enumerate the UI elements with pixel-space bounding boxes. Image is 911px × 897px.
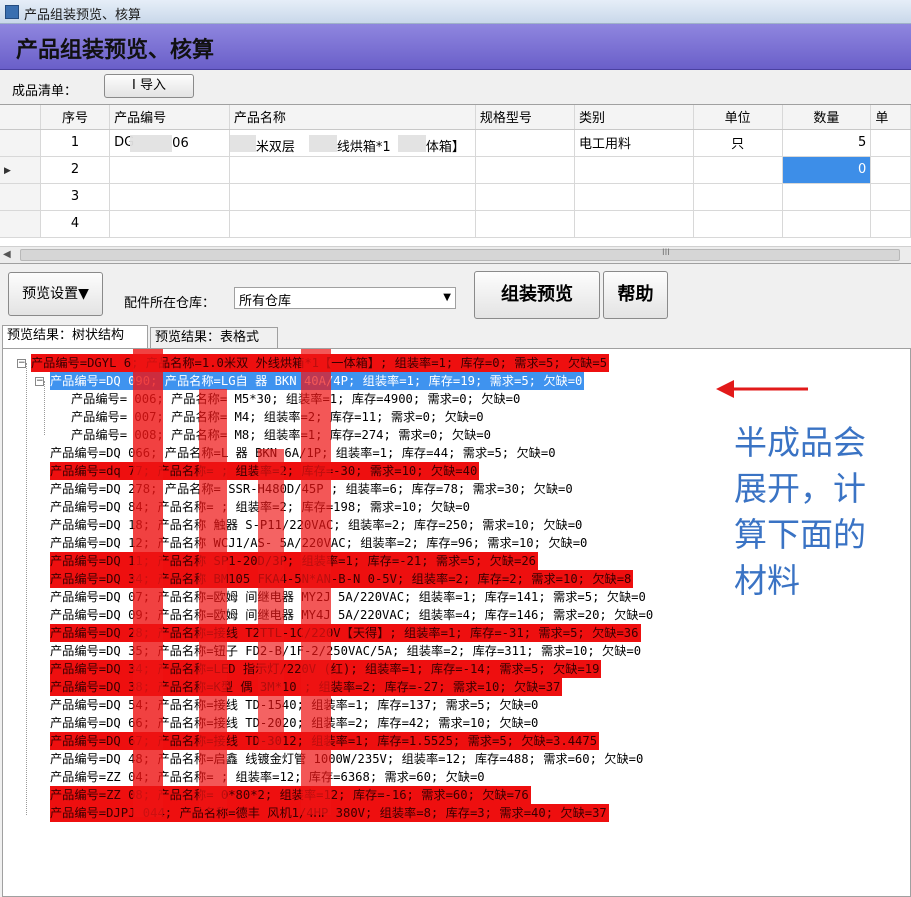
cell-qty[interactable] (782, 183, 872, 211)
col-header-name[interactable]: 产品名称 (229, 105, 476, 130)
cell-code[interactable] (109, 183, 230, 211)
tab-table-view[interactable]: 预览结果：表格式 (150, 327, 278, 349)
col-header-qty[interactable]: 数量 (782, 105, 872, 130)
tree-node[interactable]: 产品编号=DQ 66; 产品名称=接线 TD-2020; 组装率=2; 库存=4… (50, 714, 540, 732)
row-header[interactable] (0, 210, 41, 238)
product-list-toolbar: 成品清单： I 导入 (0, 70, 911, 102)
col-header-code[interactable]: 产品编号 (109, 105, 230, 130)
redaction-strip (133, 349, 163, 817)
table-row[interactable]: 4 (0, 210, 911, 238)
import-button[interactable]: I 导入 (104, 74, 194, 98)
window-titlebar: 产品组装预览、核算 (0, 0, 911, 24)
col-header-spec[interactable]: 规格型号 (475, 105, 575, 130)
col-header-more[interactable]: 单 (870, 105, 911, 130)
chevron-down-icon[interactable]: ▼ (443, 292, 451, 303)
cell-no[interactable]: 3 (40, 183, 111, 211)
redaction (229, 134, 256, 152)
cell-category[interactable] (574, 183, 694, 211)
tree-guide-line (44, 381, 45, 435)
tree-node[interactable]: 产品编号=DQ 11; 产品名称 SP1-20D/3P; 组装率=1; 库存=-… (50, 552, 539, 570)
redaction-strip (199, 389, 227, 809)
cell-qty[interactable] (782, 210, 872, 238)
assemble-preview-button[interactable]: 组装预览 (474, 271, 600, 319)
help-button[interactable]: 帮助 (603, 271, 668, 319)
cell-spec[interactable] (475, 210, 575, 238)
warehouse-label: 配件所在仓库： (124, 296, 216, 311)
app-icon (5, 5, 19, 19)
page-title: 产品组装预览、核算 (16, 37, 215, 63)
col-header-no[interactable]: 序号 (40, 105, 111, 130)
cell-code[interactable]: DG 06 (109, 129, 230, 157)
tab-tree-view[interactable]: 预览结果：树状结构 (2, 325, 148, 349)
row-header[interactable]: ▶ (0, 156, 41, 184)
redaction (130, 134, 173, 152)
cell-category[interactable]: 电工用料 (574, 129, 694, 157)
grid-horizontal-scrollbar[interactable]: ◀ III (0, 246, 911, 263)
redaction (397, 134, 426, 152)
table-row[interactable]: 1 DG 06 米双层 线烘箱*1 体箱】 电工用料 只 5 (0, 129, 911, 157)
cell-no[interactable]: 1 (40, 129, 111, 157)
redaction-strip (258, 449, 284, 749)
cell-more[interactable] (870, 156, 911, 184)
product-table: 序号 产品编号 产品名称 规格型号 类别 单位 数量 单 1 DG 06 米双层… (0, 105, 911, 238)
cell-more[interactable] (870, 183, 911, 211)
col-header-unit[interactable]: 单位 (693, 105, 783, 130)
scroll-grip: III (662, 248, 670, 258)
scroll-thumb[interactable] (20, 249, 900, 261)
cell-no[interactable]: 4 (40, 210, 111, 238)
redaction (308, 134, 337, 152)
warehouse-value: 所有仓库 (239, 294, 292, 309)
cell-unit[interactable] (693, 156, 783, 184)
preview-settings-button[interactable]: 预览设置▼ (8, 272, 103, 316)
table-row[interactable]: ▶ 2 0 (0, 156, 911, 184)
cell-spec[interactable] (475, 129, 575, 157)
cell-spec[interactable] (475, 156, 575, 184)
annotation-note: 半成品会 展开，计 算下面的 材料 (734, 420, 909, 604)
table-row[interactable]: 3 (0, 183, 911, 211)
cell-name[interactable] (229, 183, 476, 211)
row-header[interactable] (0, 183, 41, 211)
cell-code[interactable] (109, 156, 230, 184)
grid-header-row: 序号 产品编号 产品名称 规格型号 类别 单位 数量 单 (0, 105, 911, 130)
product-list-label: 成品清单： (12, 84, 78, 99)
cell-unit[interactable]: 只 (693, 129, 783, 157)
cell-name[interactable] (229, 210, 476, 238)
cell-spec[interactable] (475, 183, 575, 211)
tree-guide-line (26, 363, 27, 815)
collapse-icon[interactable]: − (35, 377, 44, 386)
page-banner: 产品组装预览、核算 (0, 24, 911, 70)
cell-qty-selected[interactable]: 0 (782, 156, 872, 184)
scroll-left-arrow-icon[interactable]: ◀ (3, 249, 11, 260)
cell-category[interactable] (574, 210, 694, 238)
tree-node[interactable]: 产品编号=ZZ 04; 产品名称= ; 组装率=12; 库存=6368; 需求=… (50, 768, 487, 786)
annotation-line: 算下面的 (734, 515, 866, 554)
warehouse-select[interactable]: 所有仓库 ▼ (234, 287, 456, 309)
tree-node[interactable]: 产品编号=DQ 54; 产品名称=接线 TD-1540; 组装率=1; 库存=1… (50, 696, 540, 714)
product-grid: 序号 产品编号 产品名称 规格型号 类别 单位 数量 单 1 DG 06 米双层… (0, 104, 911, 264)
cell-more[interactable] (870, 210, 911, 238)
cell-more[interactable] (870, 129, 911, 157)
cell-name[interactable]: 米双层 线烘箱*1 体箱】 (229, 129, 476, 157)
redaction-strip (301, 349, 331, 815)
window-title: 产品组装预览、核算 (24, 8, 142, 23)
grid-corner[interactable] (0, 105, 41, 130)
cell-name[interactable] (229, 156, 476, 184)
annotation-arrow-icon (716, 380, 808, 398)
collapse-icon[interactable]: − (17, 359, 26, 368)
annotation-line: 材料 (734, 561, 800, 600)
cell-qty[interactable]: 5 (782, 129, 872, 157)
annotation-line: 半成品会 (734, 423, 866, 462)
tree-node[interactable]: 产品编号=ZZ 08; 产品名称= 0*80*2; 组装率=12; 库存=-16… (50, 786, 531, 804)
cell-category[interactable] (574, 156, 694, 184)
row-header[interactable] (0, 129, 41, 157)
cell-no[interactable]: 2 (40, 156, 111, 184)
cell-unit[interactable] (693, 210, 783, 238)
cell-unit[interactable] (693, 183, 783, 211)
col-header-category[interactable]: 类别 (574, 105, 694, 130)
annotation-line: 展开，计 (734, 469, 866, 508)
cell-code[interactable] (109, 210, 230, 238)
